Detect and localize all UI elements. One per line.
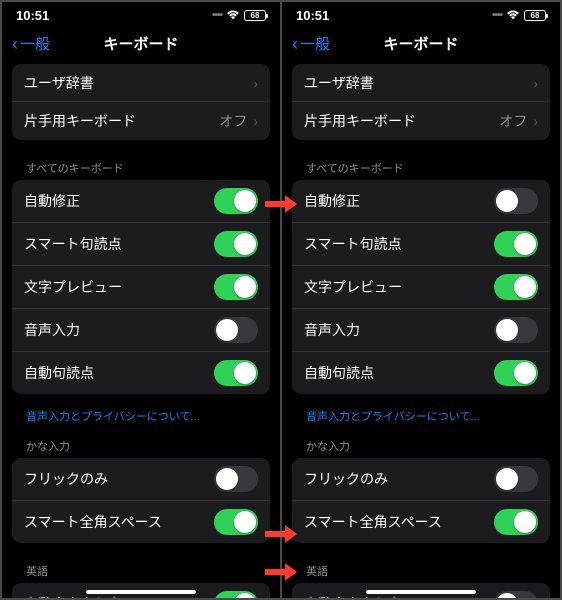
row-flick-only: フリックのみ [292,458,550,501]
toggle-smart-fullwidth[interactable] [214,509,258,535]
group-all: 自動修正 スマート句読点 文字プレビュー 音声入力 自動句読点 [12,180,270,394]
toggle-flick-only[interactable] [494,466,538,492]
row-user-dictionary[interactable]: ユーザ辞書 › [292,64,550,102]
status-bar: 10:51 •••• 68 [282,2,560,25]
status-time: 10:51 [16,8,49,23]
row-label: ユーザ辞書 [304,73,374,93]
arrow-icon [265,563,297,581]
row-smart-fullwidth: スマート全角スペース [292,501,550,543]
group-all: 自動修正 スマート句読点 文字プレビュー 音声入力 自動句読点 [292,180,550,394]
back-label: 一般 [20,33,50,54]
page-title: キーボード [103,33,178,54]
chevron-left-icon: ‹ [292,35,298,53]
row-autocorrect: 自動修正 [292,180,550,223]
nav-bar: ‹ 一般 キーボード [2,25,280,64]
row-character-preview: 文字プレビュー [292,266,550,309]
wifi-icon [226,8,240,23]
arrow-icon [265,195,297,213]
toggle-smart-punctuation[interactable] [214,231,258,257]
row-autocorrect: 自動修正 [12,180,270,223]
page-title: キーボード [383,33,458,54]
dictation-privacy-link[interactable]: 音声入力とプライバシーについて... [292,402,550,426]
chevron-right-icon: › [253,75,258,91]
dictation-privacy-link[interactable]: 音声入力とプライバシーについて... [12,402,270,426]
row-smart-punctuation: スマート句読点 [12,223,270,266]
row-auto-punctuation: 自動句読点 [292,352,550,394]
toggle-flick-only[interactable] [214,466,258,492]
status-right: •••• 68 [492,8,546,23]
section-header-kana: かな入力 [12,426,270,458]
row-smart-punctuation: スマート句読点 [292,223,550,266]
group-kana: フリックのみ スマート全角スペース [12,458,270,543]
group-top: ユーザ辞書 › 片手用キーボード オフ › [12,64,270,140]
row-flick-only: フリックのみ [12,458,270,501]
section-header-all: すべてのキーボード [292,148,550,180]
row-dictation: 音声入力 [12,309,270,352]
status-right: •••• 68 [212,8,266,23]
toggle-auto-capitalize[interactable] [214,591,258,598]
back-button[interactable]: ‹ 一般 [12,33,50,54]
status-time: 10:51 [296,8,329,23]
row-auto-punctuation: 自動句読点 [12,352,270,394]
row-value: オフ [499,111,527,131]
toggle-auto-punctuation[interactable] [494,360,538,386]
toggle-autocorrect[interactable] [214,188,258,214]
back-label: 一般 [300,33,330,54]
toggle-dictation[interactable] [214,317,258,343]
toggle-auto-capitalize[interactable] [494,591,538,598]
group-top: ユーザ辞書 › 片手用キーボード オフ › [292,64,550,140]
section-header-english: 英語 [12,551,270,583]
chevron-right-icon: › [533,75,538,91]
row-label: 片手用キーボード [24,111,136,131]
section-header-english: 英語 [292,551,550,583]
chevron-right-icon: › [533,113,538,129]
nav-bar: ‹ 一般 キーボード [282,25,560,64]
section-header-all: すべてのキーボード [12,148,270,180]
battery-icon: 68 [524,10,546,21]
chevron-right-icon: › [253,113,258,129]
battery-icon: 68 [244,10,266,21]
phone-left: 10:51 •••• 68 ‹ 一般 キーボード ユーザ辞書 › 片手用キーボー… [2,2,280,598]
toggle-character-preview[interactable] [494,274,538,300]
row-smart-fullwidth: スマート全角スペース [12,501,270,543]
status-bar: 10:51 •••• 68 [2,2,280,25]
row-label: 片手用キーボード [304,111,416,131]
home-indicator [366,590,476,594]
phone-right: 10:51 •••• 68 ‹ 一般 キーボード ユーザ辞書 › 片手用キーボー… [282,2,560,598]
row-character-preview: 文字プレビュー [12,266,270,309]
chevron-left-icon: ‹ [12,35,18,53]
section-header-kana: かな入力 [292,426,550,458]
arrow-icon [265,525,297,543]
toggle-dictation[interactable] [494,317,538,343]
row-one-handed[interactable]: 片手用キーボード オフ › [12,102,270,140]
toggle-character-preview[interactable] [214,274,258,300]
wifi-icon [506,8,520,23]
settings-content: ユーザ辞書 › 片手用キーボード オフ › すべてのキーボード 自動修正 スマート… [282,64,560,598]
toggle-smart-punctuation[interactable] [494,231,538,257]
cellular-icon: •••• [492,10,502,21]
toggle-autocorrect[interactable] [494,188,538,214]
cellular-icon: •••• [212,10,222,21]
home-indicator [86,590,196,594]
toggle-smart-fullwidth[interactable] [494,509,538,535]
row-dictation: 音声入力 [292,309,550,352]
row-value: オフ [219,111,247,131]
row-one-handed[interactable]: 片手用キーボード オフ › [292,102,550,140]
row-label: ユーザ辞書 [24,73,94,93]
toggle-auto-punctuation[interactable] [214,360,258,386]
row-user-dictionary[interactable]: ユーザ辞書 › [12,64,270,102]
group-kana: フリックのみ スマート全角スペース [292,458,550,543]
back-button[interactable]: ‹ 一般 [292,33,330,54]
settings-content: ユーザ辞書 › 片手用キーボード オフ › すべてのキーボード 自動修正 スマート… [2,64,280,598]
